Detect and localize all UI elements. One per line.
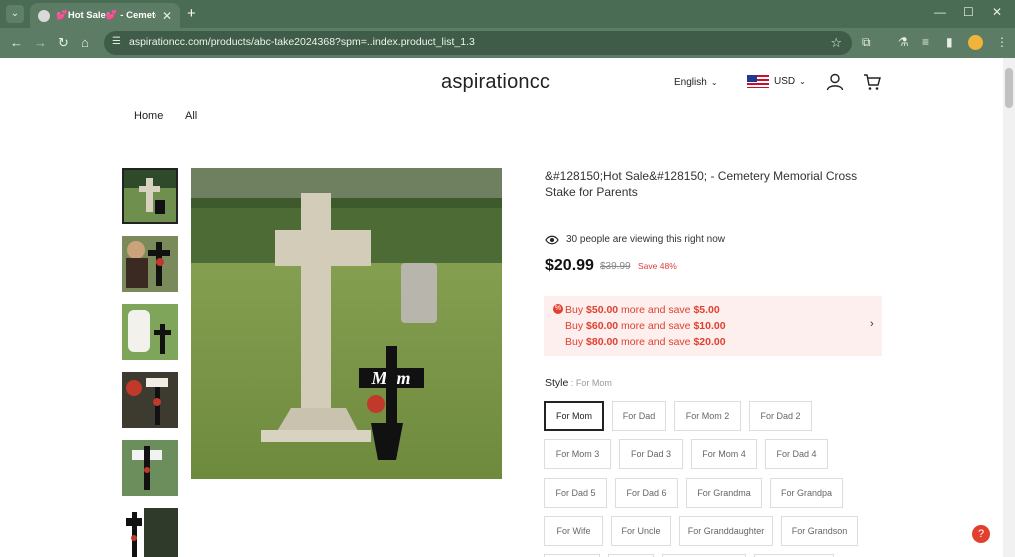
style-option-for-granddaughter[interactable]: For Granddaughter xyxy=(679,516,773,546)
currency-label: USD xyxy=(774,76,796,87)
style-selected-value: : For Mom xyxy=(568,378,612,388)
labs-icon[interactable]: ⚗ xyxy=(898,35,909,49)
style-option-for-uncle[interactable]: For Uncle xyxy=(611,516,671,546)
account-icon[interactable] xyxy=(826,73,844,91)
reload-icon[interactable]: ↻ xyxy=(58,35,69,51)
language-selector[interactable]: English ⌄ xyxy=(674,77,718,88)
style-option-for-grandpa[interactable]: For Grandpa xyxy=(770,478,843,508)
product-thumbnail[interactable] xyxy=(122,304,178,360)
style-option-for-grandma[interactable]: For Grandma xyxy=(686,478,762,508)
tab-favicon-icon xyxy=(38,9,50,22)
style-label: Style : For Mom xyxy=(545,377,612,389)
style-option-for-dad-4[interactable]: For Dad 4 xyxy=(765,439,828,469)
product-thumbnail[interactable] xyxy=(122,440,178,496)
chevron-down-icon: ⌄ xyxy=(710,78,718,87)
promotion-line: Buy $80.00 more and save $20.00 xyxy=(565,336,726,348)
web-page: aspirationcc English ⌄ USD ⌄ Home All &#… xyxy=(0,58,1003,557)
cart-icon[interactable] xyxy=(863,73,881,91)
new-tab-button[interactable]: + xyxy=(187,5,196,23)
back-icon[interactable]: ← xyxy=(10,35,23,51)
page-scrollbar[interactable] xyxy=(1003,58,1015,557)
currency-selector[interactable]: USD ⌄ xyxy=(747,75,806,88)
style-option-for-dad-5[interactable]: For Dad 5 xyxy=(544,478,607,508)
browser-tab-bar: ⌄ 💕Hot Sale💕 - Cemetery Memorial Cross S… xyxy=(0,0,1015,28)
style-option-for-dad[interactable]: For Dad xyxy=(612,401,666,431)
us-flag-icon xyxy=(747,75,769,88)
product-thumbnail[interactable] xyxy=(122,372,178,428)
style-option-for-dad-3[interactable]: For Dad 3 xyxy=(619,439,683,469)
current-price: $20.99 xyxy=(545,257,594,274)
chevron-right-icon[interactable]: › xyxy=(870,318,874,330)
style-option-for-mom-4[interactable]: For Mom 4 xyxy=(691,439,757,469)
promotion-line: Buy $50.00 more and save $5.00 xyxy=(565,304,720,316)
forward-icon[interactable]: → xyxy=(34,35,47,51)
browser-tab[interactable]: 💕Hot Sale💕 - Cemetery Memorial Cross Sta… xyxy=(30,3,180,28)
original-price: $39.99 xyxy=(600,261,631,272)
chevron-down-icon: ⌄ xyxy=(799,77,806,86)
extensions-icon[interactable]: ⧉ xyxy=(862,35,871,50)
side-panel-icon[interactable]: ▮ xyxy=(946,35,953,49)
language-label: English xyxy=(674,77,707,88)
style-option-for-mom-3[interactable]: For Mom 3 xyxy=(544,439,611,469)
product-title: &#128150;Hot Sale&#128150; - Cemetery Me… xyxy=(545,169,858,199)
tab-close-icon[interactable]: ✕ xyxy=(162,9,172,23)
viewers-notice: 30 people are viewing this right now xyxy=(545,234,725,245)
site-logo[interactable]: aspirationcc xyxy=(441,71,550,94)
style-option-for-grandson[interactable]: For Grandson xyxy=(781,516,858,546)
style-option-for-wife[interactable]: For Wife xyxy=(544,516,603,546)
minimize-icon[interactable]: — xyxy=(934,5,946,19)
discount-icon: % xyxy=(553,304,563,314)
promotion-panel[interactable]: % Buy $50.00 more and save $5.00 Buy $60… xyxy=(544,296,882,356)
home-icon[interactable]: ⌂ xyxy=(81,35,89,51)
product-main-image[interactable]: Mom xyxy=(191,168,502,479)
discount-badge: Save 48% xyxy=(638,261,677,271)
close-window-icon[interactable]: ✕ xyxy=(992,5,1002,19)
style-option-for-dad-2[interactable]: For Dad 2 xyxy=(749,401,812,431)
site-info-icon[interactable]: ☰ xyxy=(112,36,125,49)
nav-all[interactable]: All xyxy=(185,110,197,122)
media-icon[interactable]: ≡ xyxy=(922,35,929,49)
eye-icon xyxy=(545,235,559,244)
url-text[interactable]: aspirationcc.com/products/abc-take202436… xyxy=(129,36,475,48)
scrollbar-thumb[interactable] xyxy=(1005,68,1013,108)
style-option-for-mom[interactable]: For Mom xyxy=(544,401,604,431)
tab-title: 💕Hot Sale💕 - Cemetery Memorial Cross Sta… xyxy=(56,10,156,21)
nav-home[interactable]: Home xyxy=(134,110,163,122)
profile-avatar-icon[interactable] xyxy=(968,35,983,50)
tab-search-icon[interactable]: ⌄ xyxy=(6,5,24,23)
style-option-for-dad-6[interactable]: For Dad 6 xyxy=(615,478,678,508)
promotion-line: Buy $60.00 more and save $10.00 xyxy=(565,320,726,332)
product-thumbnail[interactable] xyxy=(122,168,178,224)
style-option-for-mom-2[interactable]: For Mom 2 xyxy=(674,401,741,431)
browser-menu-icon[interactable]: ⋮ xyxy=(996,35,1008,49)
viewers-text: 30 people are viewing this right now xyxy=(566,234,725,245)
address-bar[interactable]: ☰ aspirationcc.com/products/abc-take2024… xyxy=(104,31,852,55)
maximize-icon[interactable]: ☐ xyxy=(963,5,974,19)
browser-toolbar: ← → ↻ ⌂ ☰ aspirationcc.com/products/abc-… xyxy=(0,28,1015,58)
bookmark-star-icon[interactable]: ☆ xyxy=(830,35,842,51)
help-chat-icon[interactable]: ? xyxy=(972,525,990,543)
product-thumbnail[interactable] xyxy=(122,508,178,557)
product-thumbnail[interactable] xyxy=(122,236,178,292)
